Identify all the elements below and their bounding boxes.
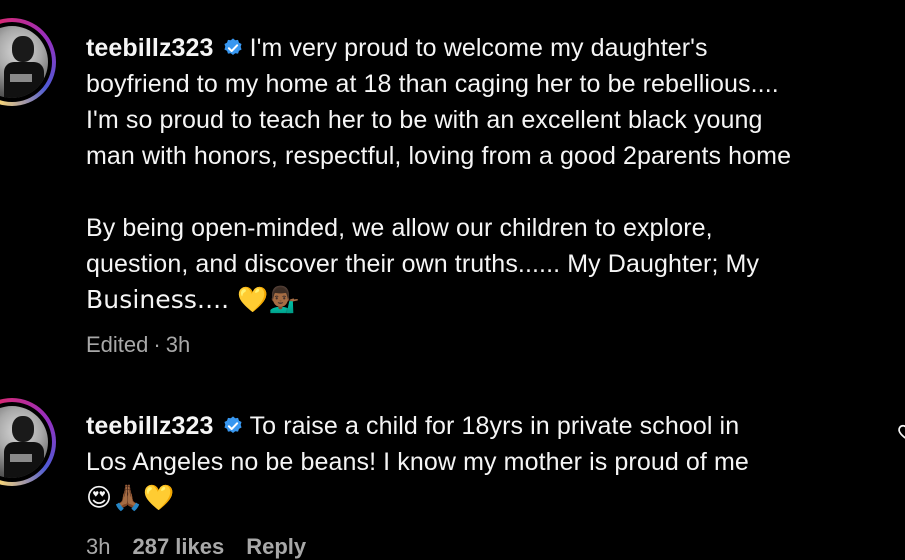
- avatar-head-shape: [12, 416, 34, 442]
- comment-first-line: teebillz323 I'm very proud to welcome my …: [86, 30, 905, 66]
- meta-separator: ·: [153, 332, 161, 357]
- comment-text-line: 😍🙏🏾💛: [86, 483, 175, 512]
- comment-text-line: I'm very proud to welcome my daughter's: [249, 34, 708, 62]
- comment-time: 3h: [86, 534, 111, 559]
- heart-outline-icon[interactable]: [897, 422, 905, 442]
- comment-username[interactable]: teebillz323: [86, 412, 214, 440]
- comment-meta: 3h 287 likes Reply: [86, 534, 306, 560]
- comment-first-line: teebillz323 To raise a child for 18yrs in…: [86, 408, 905, 444]
- comment-text-line: Business.... 💛💁🏾‍♂️: [86, 285, 300, 314]
- comment-text-line: By being open-minded, we allow our child…: [86, 214, 713, 242]
- comment-text-line: To raise a child for 18yrs in private sc…: [249, 412, 740, 440]
- verified-badge-icon: [224, 38, 242, 56]
- avatar[interactable]: [0, 26, 48, 98]
- edited-label: Edited: [86, 332, 149, 357]
- comment-time: 3h: [165, 332, 191, 357]
- avatar-story-ring[interactable]: [0, 18, 56, 106]
- comment-body: teebillz323 To raise a child for 18yrs in…: [86, 408, 905, 516]
- reply-button[interactable]: Reply: [246, 534, 306, 559]
- comment-meta: Edited · 3h: [86, 332, 190, 358]
- comment-username[interactable]: teebillz323: [86, 34, 214, 62]
- avatar-border: [0, 22, 52, 102]
- avatar[interactable]: [0, 406, 48, 478]
- avatar-head-shape: [12, 36, 34, 62]
- comment-body: teebillz323 I'm very proud to welcome my …: [86, 30, 905, 318]
- comment-text-line: man with honors, respectful, loving from…: [86, 142, 792, 170]
- verified-badge-icon: [224, 416, 242, 434]
- avatar-border: [0, 402, 52, 482]
- avatar-story-ring[interactable]: [0, 398, 56, 486]
- comment-text-line: Los Angeles no be beans! I know my mothe…: [86, 448, 749, 476]
- comment-paragraph-gap: [86, 174, 905, 210]
- avatar-shirt-print: [10, 454, 32, 462]
- comment-text-line: I'm so proud to teach her to be with an …: [86, 106, 763, 134]
- avatar-shirt-print: [10, 74, 32, 82]
- likes-count-link[interactable]: 287 likes: [132, 534, 224, 559]
- comment-text-line: boyfriend to my home at 18 than caging h…: [86, 70, 779, 98]
- comment-text-line: question, and discover their own truths.…: [86, 250, 760, 278]
